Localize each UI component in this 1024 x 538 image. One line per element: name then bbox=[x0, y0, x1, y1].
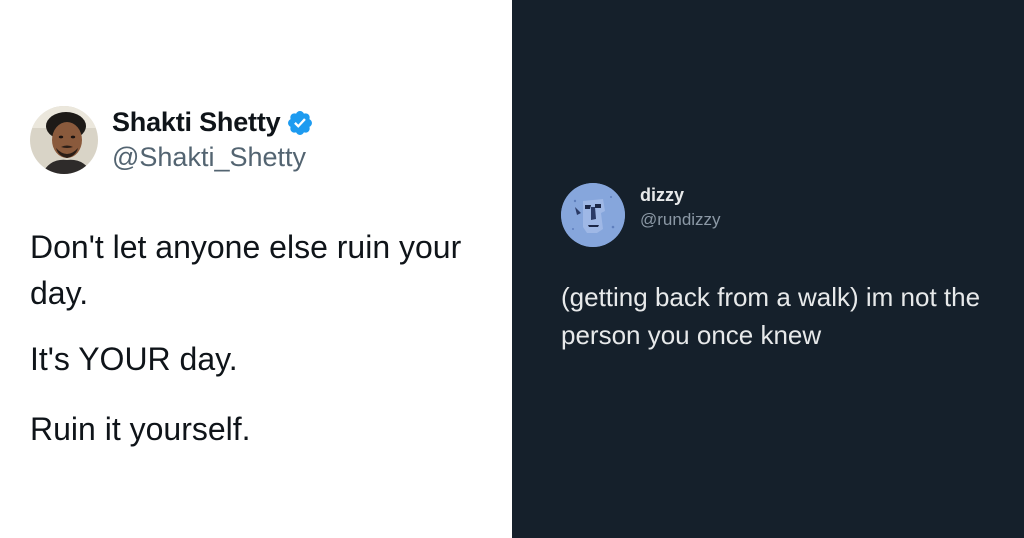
left-tweet-text: Don't let anyone else ruin your day. It'… bbox=[30, 224, 500, 476]
left-user-names: Shakti Shetty @Shakti_Shetty bbox=[112, 107, 314, 173]
moai-avatar-icon bbox=[561, 183, 625, 247]
avatar[interactable] bbox=[30, 106, 98, 174]
tweet-line-2: It's YOUR day. bbox=[30, 341, 238, 377]
left-name-row: Shakti Shetty bbox=[112, 107, 314, 138]
right-tweet-header: dizzy @rundizzy bbox=[561, 183, 721, 247]
right-tweet-card: dizzy @rundizzy (getting back from a wal… bbox=[512, 0, 1024, 538]
right-tweet-text: (getting back from a walk) im not the pe… bbox=[561, 282, 981, 350]
right-user-names: dizzy @rundizzy bbox=[640, 185, 721, 230]
user-handle[interactable]: @rundizzy bbox=[640, 210, 721, 230]
avatar[interactable] bbox=[561, 183, 625, 247]
user-handle[interactable]: @Shakti_Shetty bbox=[112, 142, 314, 173]
verified-badge-icon bbox=[286, 109, 314, 137]
tweet-line-1: Don't let anyone else ruin your day. bbox=[30, 229, 462, 311]
left-tweet-card: Shakti Shetty @Shakti_Shetty Don't let a… bbox=[0, 0, 512, 538]
left-tweet-header: Shakti Shetty @Shakti_Shetty bbox=[30, 106, 314, 174]
tweet-comparison: Shakti Shetty @Shakti_Shetty Don't let a… bbox=[0, 0, 1024, 538]
tweet-line-3: Ruin it yourself. bbox=[30, 411, 251, 447]
avatar-photo-icon bbox=[30, 106, 98, 174]
display-name[interactable]: dizzy bbox=[640, 185, 721, 206]
display-name[interactable]: Shakti Shetty bbox=[112, 107, 281, 138]
